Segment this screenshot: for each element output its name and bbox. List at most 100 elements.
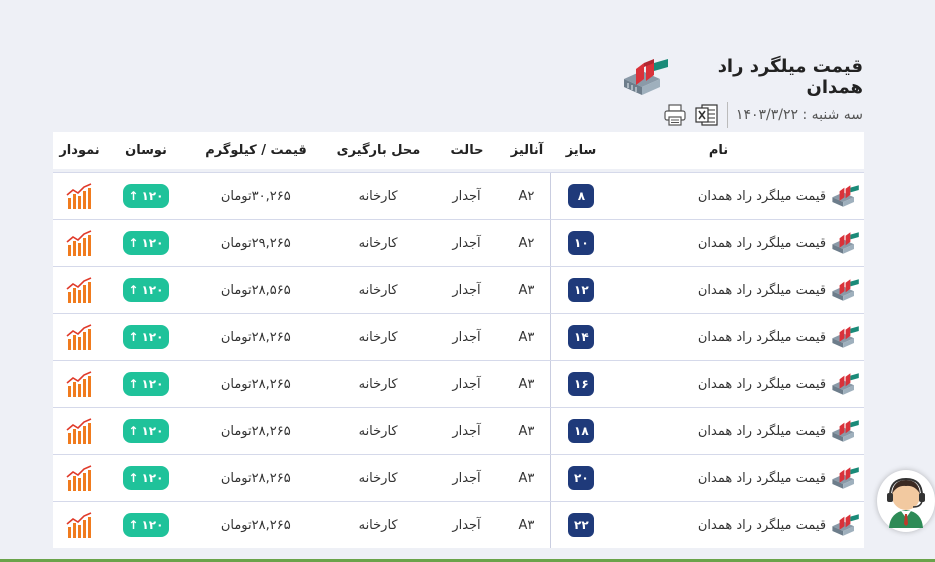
header-chart[interactable]: نمودار (53, 143, 106, 158)
row-state: آجدار (452, 376, 481, 392)
fluctuation-value: ۱۲۰ (141, 518, 164, 532)
rebar-stack-icon (826, 513, 864, 537)
row-name[interactable]: قیمت میلگرد راد همدان (611, 424, 826, 439)
rebar-stack-icon (826, 466, 864, 490)
row-name[interactable]: قیمت میلگرد راد همدان (611, 236, 826, 251)
table-row[interactable]: قیمت میلگرد راد همدان ۱۴ A۳ آجدار کارخانه ۲۸,… (53, 313, 864, 360)
excel-icon[interactable] (695, 103, 719, 127)
arrow-up-icon: ↑ (128, 518, 139, 532)
row-fluctuation-cell: ۱۲۰ ↑ (106, 419, 186, 443)
row-analysis: A۳ (518, 423, 535, 439)
row-size-cell: ۱۰ (550, 220, 611, 266)
row-fluctuation-cell: ۱۲۰ ↑ (106, 513, 186, 537)
arrow-up-icon: ↑ (128, 471, 139, 485)
fluctuation-badge: ۱۲۰ ↑ (122, 184, 169, 208)
row-name[interactable]: قیمت میلگرد راد همدان (611, 518, 826, 533)
size-badge: ۲۲ (568, 513, 595, 537)
row-state: آجدار (452, 235, 481, 251)
row-price: ۲۸,۲۶۵تومان (220, 329, 291, 345)
row-size-cell: ۸ (550, 173, 611, 219)
rebar-stack-icon (826, 372, 864, 396)
bar-chart-icon[interactable] (53, 182, 106, 210)
printer-icon[interactable] (663, 103, 687, 127)
row-price: ۲۸,۲۶۵تومان (220, 470, 291, 486)
row-fluctuation-cell: ۱۲۰ ↑ (106, 184, 186, 208)
row-fluctuation-cell: ۱۲۰ ↑ (106, 278, 186, 302)
fluctuation-badge: ۱۲۰ ↑ (122, 231, 169, 255)
header-analysis[interactable]: آنالیز (503, 143, 551, 158)
size-badge: ۱۸ (568, 419, 595, 443)
table-row[interactable]: قیمت میلگرد راد همدان ۲۰ A۳ آجدار کارخانه ۲۸,… (53, 454, 864, 501)
row-name[interactable]: قیمت میلگرد راد همدان (611, 330, 826, 345)
bar-chart-icon[interactable] (53, 417, 106, 445)
row-price: ۳۰,۲۶۵تومان (220, 188, 291, 204)
row-name[interactable]: قیمت میلگرد راد همدان (611, 189, 826, 204)
rebar-stack-icon (826, 231, 864, 255)
fluctuation-value: ۱۲۰ (141, 283, 164, 297)
header-location[interactable]: محل بارگیری (326, 143, 431, 158)
fluctuation-badge: ۱۲۰ ↑ (122, 466, 169, 490)
table-row[interactable]: قیمت میلگرد راد همدان ۱۶ A۳ آجدار کارخانه ۲۸,… (53, 360, 864, 407)
row-fluctuation-cell: ۱۲۰ ↑ (106, 372, 186, 396)
date-toolbar: سه شنبه : ۱۴۰۳/۳/۲۲ (663, 102, 863, 128)
table-row[interactable]: قیمت میلگرد راد همدان ۲۲ A۳ آجدار کارخانه ۲۸,… (53, 501, 864, 548)
row-price: ۲۸,۲۶۵تومان (220, 423, 291, 439)
table-row[interactable]: قیمت میلگرد راد همدان ۱۸ A۳ آجدار کارخانه ۲۸,… (53, 407, 864, 454)
row-location: کارخانه (358, 470, 398, 486)
row-name[interactable]: قیمت میلگرد راد همدان (611, 283, 826, 298)
bar-chart-icon[interactable] (53, 370, 106, 398)
row-location: کارخانه (358, 517, 398, 533)
row-location: کارخانه (358, 329, 398, 345)
row-analysis: A۳ (518, 282, 535, 298)
table-body: قیمت میلگرد راد همدان ۸ A۲ آجدار کارخانه ۳۰,۲… (53, 172, 864, 548)
fluctuation-badge: ۱۲۰ ↑ (122, 372, 169, 396)
price-table: نام سایز آنالیز حالت محل بارگیری قیمت / … (53, 132, 864, 548)
row-fluctuation-cell: ۱۲۰ ↑ (106, 231, 186, 255)
bar-chart-icon[interactable] (53, 323, 106, 351)
table-row[interactable]: قیمت میلگرد راد همدان ۱۲ A۳ آجدار کارخانه ۲۸,… (53, 266, 864, 313)
row-analysis: A۳ (518, 329, 535, 345)
support-agent-icon[interactable] (877, 470, 935, 532)
fluctuation-value: ۱۲۰ (141, 424, 164, 438)
fluctuation-badge: ۱۲۰ ↑ (122, 513, 169, 537)
row-price: ۲۹,۲۶۵تومان (220, 235, 291, 251)
fluctuation-value: ۱۲۰ (141, 471, 164, 485)
fluctuation-value: ۱۲۰ (141, 189, 164, 203)
row-name[interactable]: قیمت میلگرد راد همدان (611, 377, 826, 392)
arrow-up-icon: ↑ (128, 283, 139, 297)
bar-chart-icon[interactable] (53, 511, 106, 539)
row-location: کارخانه (358, 423, 398, 439)
row-state: آجدار (452, 517, 481, 533)
fluctuation-badge: ۱۲۰ ↑ (122, 419, 169, 443)
size-badge: ۱۲ (568, 278, 595, 302)
rebar-stack-icon (826, 278, 864, 302)
row-analysis: A۳ (518, 376, 535, 392)
header-price[interactable]: قیمت / کیلوگرم (186, 143, 326, 158)
row-location: کارخانه (358, 282, 398, 298)
bar-chart-icon[interactable] (53, 276, 106, 304)
row-name[interactable]: قیمت میلگرد راد همدان (611, 471, 826, 486)
fluctuation-badge: ۱۲۰ ↑ (122, 325, 169, 349)
row-location: کارخانه (358, 235, 398, 251)
size-badge: ۸ (568, 184, 595, 208)
divider (726, 102, 728, 128)
header-size[interactable]: سایز (551, 132, 611, 169)
arrow-up-icon: ↑ (128, 424, 139, 438)
rebar-stack-logo (620, 57, 670, 97)
size-badge: ۱۴ (568, 325, 595, 349)
header-fluctuation[interactable]: نوسان (106, 143, 186, 158)
row-analysis: A۲ (518, 188, 535, 204)
bar-chart-icon[interactable] (53, 229, 106, 257)
row-size-cell: ۲۲ (550, 502, 611, 548)
fluctuation-badge: ۱۲۰ ↑ (122, 278, 169, 302)
row-price: ۲۸,۲۶۵تومان (220, 517, 291, 533)
row-size-cell: ۱۸ (550, 408, 611, 454)
table-row[interactable]: قیمت میلگرد راد همدان ۸ A۲ آجدار کارخانه ۳۰,۲… (53, 172, 864, 219)
header-name[interactable]: نام (611, 143, 826, 158)
header-state[interactable]: حالت (431, 143, 503, 158)
row-size-cell: ۱۶ (550, 361, 611, 407)
size-badge: ۱۰ (568, 231, 595, 255)
table-row[interactable]: قیمت میلگرد راد همدان ۱۰ A۲ آجدار کارخانه ۲۹,… (53, 219, 864, 266)
size-badge: ۱۶ (568, 372, 595, 396)
bar-chart-icon[interactable] (53, 464, 106, 492)
